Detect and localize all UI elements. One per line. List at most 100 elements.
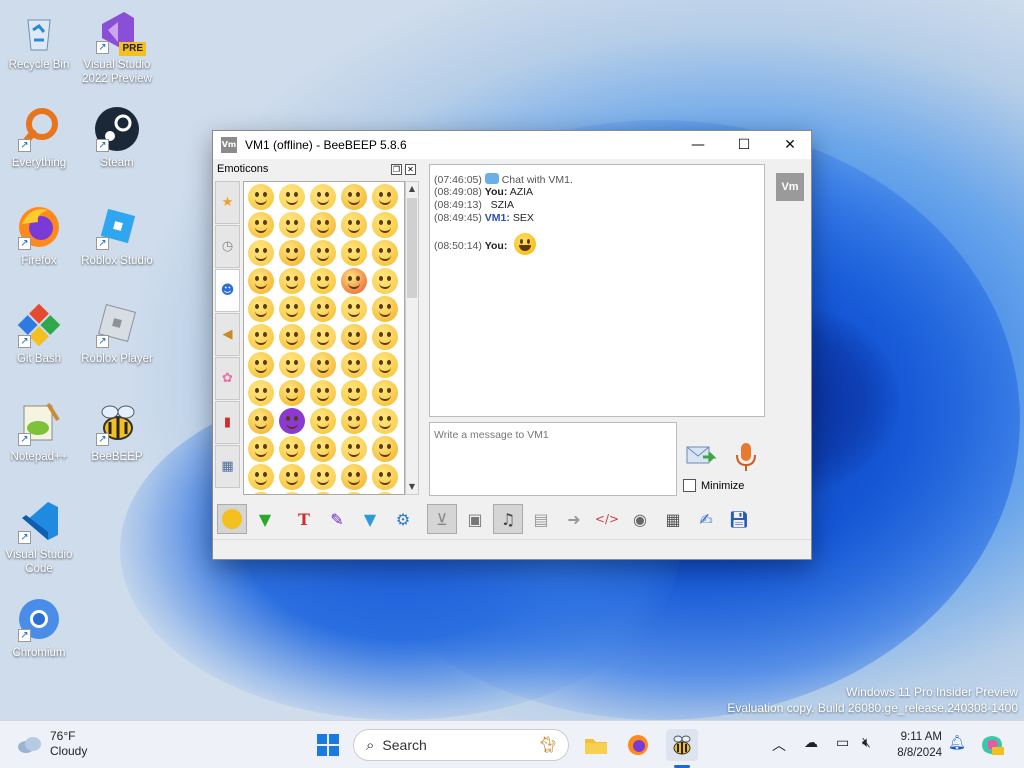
emoticon-icon[interactable] <box>341 436 367 462</box>
emoticon-icon[interactable] <box>248 408 274 434</box>
scroll-thumb[interactable] <box>407 198 417 298</box>
emoticon-icon[interactable] <box>248 380 274 406</box>
emoticon-icon[interactable] <box>248 212 274 238</box>
font-button[interactable]: T <box>289 504 319 534</box>
tab-people[interactable]: ☻ <box>215 269 240 312</box>
emoticon-icon[interactable] <box>341 296 367 322</box>
emoticon-icon[interactable] <box>372 268 398 294</box>
emoticon-dropdown-button[interactable]: ▼ <box>250 504 280 534</box>
emoticon-icon[interactable] <box>341 380 367 406</box>
display-icon[interactable]: ▭ <box>836 735 849 751</box>
emoticon-icon[interactable] <box>341 324 367 350</box>
emoticon-icon[interactable] <box>372 464 398 490</box>
emoticon-icon[interactable] <box>341 408 367 434</box>
minimize-checkbox[interactable] <box>683 479 696 492</box>
emoticon-icon[interactable] <box>372 212 398 238</box>
emoticon-icon[interactable] <box>372 352 398 378</box>
speaker-icon[interactable]: 🔇︎ <box>862 735 871 751</box>
emoticon-icon[interactable] <box>248 184 274 210</box>
desktop-icon-git-bash[interactable]: ↗ Git Bash <box>2 298 76 388</box>
desktop-icon-steam[interactable]: ↗ Steam <box>80 102 154 192</box>
desktop-icon-visual-studio[interactable]: PRE ↗ Visual Studio 2022 Preview <box>80 4 154 94</box>
emoticon-icon[interactable] <box>341 240 367 266</box>
desktop-icon-recycle-bin[interactable]: Recycle Bin <box>2 4 76 94</box>
send-file-button[interactable]: ▤ <box>526 504 556 534</box>
emoticon-icon[interactable] <box>341 212 367 238</box>
maximize-button[interactable]: ☐ <box>721 131 767 159</box>
emoticon-icon[interactable] <box>279 380 305 406</box>
emoticon-icon[interactable] <box>248 268 274 294</box>
tab-nature[interactable]: ✿ <box>215 357 240 400</box>
record-button[interactable]: ◉ <box>625 504 655 534</box>
inbox-button[interactable]: ⊻ <box>427 504 457 534</box>
music-button[interactable]: ♫ <box>493 504 523 534</box>
emoticon-icon[interactable] <box>341 268 367 294</box>
tab-places[interactable]: ▮ <box>215 401 240 444</box>
emoticon-icon[interactable] <box>310 492 336 494</box>
emoticon-icon[interactable] <box>279 212 305 238</box>
desktop-icon-vscode[interactable]: ↗ Visual Studio Code <box>2 494 76 584</box>
emoticon-icon[interactable] <box>310 436 336 462</box>
emoticon-icon[interactable] <box>279 352 305 378</box>
emoticon-icon[interactable] <box>310 296 336 322</box>
taskbar-clock[interactable]: 9:11 AM 8/8/2024 <box>886 729 942 761</box>
title-bar[interactable]: Vm VM1 (offline) - BeeBEEP 5.8.6 — ☐ ✕ <box>213 131 811 159</box>
emoticon-icon[interactable] <box>310 324 336 350</box>
window-button[interactable]: ▦ <box>658 504 688 534</box>
emoticon-icon[interactable] <box>248 352 274 378</box>
desktop-icon-firefox[interactable]: ↗ Firefox <box>2 200 76 290</box>
emoticon-icon[interactable] <box>248 464 274 490</box>
desktop-icon-roblox-studio[interactable]: ↗ Roblox Studio <box>80 200 154 290</box>
emoticon-icon[interactable] <box>279 240 305 266</box>
share-button[interactable]: ➜ <box>559 504 589 534</box>
desktop-icon-notepad-plus-plus[interactable]: ↗ Notepad++ <box>2 396 76 486</box>
emoticon-icon[interactable] <box>372 380 398 406</box>
desktop-icon-chromium[interactable]: ↗ Chromium <box>2 592 76 682</box>
emoticon-icon[interactable] <box>341 352 367 378</box>
close-button[interactable]: ✕ <box>767 131 813 159</box>
desktop-icon-beebeep[interactable]: ↗ BeeBEEP <box>80 396 154 486</box>
tab-recent[interactable]: ◷ <box>215 225 240 268</box>
emoticon-icon[interactable] <box>248 436 274 462</box>
emoticon-scrollbar[interactable]: ▲ ▼ <box>405 181 419 495</box>
tab-objects[interactable]: ◀ <box>215 313 240 356</box>
emoticon-icon[interactable] <box>279 268 305 294</box>
desktop-icon-everything[interactable]: ↗ Everything <box>2 102 76 192</box>
network-icon[interactable]: ☁ <box>804 735 818 751</box>
filter-button[interactable]: ▼ <box>355 504 385 534</box>
emoticon-icon[interactable] <box>310 380 336 406</box>
copilot-button[interactable] <box>976 729 1008 761</box>
scroll-up-icon[interactable]: ▲ <box>406 182 418 196</box>
emoticon-icon[interactable] <box>279 492 305 494</box>
tray-overflow-icon[interactable]: ︿ <box>772 735 786 755</box>
settings-button[interactable]: ⚙ <box>388 504 418 534</box>
emoticon-icon[interactable] <box>310 408 336 434</box>
emoticons-toggle-button[interactable] <box>217 504 247 534</box>
emoticon-icon[interactable] <box>279 436 305 462</box>
emoticon-icon[interactable] <box>341 184 367 210</box>
tab-favorites[interactable]: ★ <box>215 181 240 224</box>
note-button[interactable]: ✍ <box>691 504 721 534</box>
start-button[interactable] <box>312 729 344 761</box>
emoticon-icon[interactable] <box>310 464 336 490</box>
save-button[interactable]: 💾︎ <box>724 504 754 534</box>
emoticon-icon[interactable] <box>310 352 336 378</box>
emoticon-icon[interactable] <box>248 296 274 322</box>
emoticon-icon[interactable] <box>372 240 398 266</box>
emoticon-icon[interactable] <box>372 324 398 350</box>
user-avatar[interactable]: Vm <box>776 173 804 201</box>
minimize-option[interactable]: Minimize <box>683 479 744 492</box>
taskbar-beebeep[interactable] <box>666 729 698 761</box>
voice-record-button[interactable] <box>733 441 759 473</box>
send-button[interactable] <box>685 441 719 471</box>
emoticon-icon[interactable] <box>372 436 398 462</box>
emoticon-icon[interactable] <box>372 184 398 210</box>
minimize-button[interactable]: — <box>675 131 721 159</box>
float-panel-icon[interactable]: ❐ <box>391 164 402 175</box>
emoticon-icon[interactable] <box>310 212 336 238</box>
color-button[interactable]: ✎ <box>322 504 352 534</box>
emoticon-icon[interactable] <box>279 408 305 434</box>
emoticon-icon[interactable] <box>310 240 336 266</box>
desktop-icon-roblox-player[interactable]: ↗ Roblox Player <box>80 298 154 388</box>
emoticon-icon[interactable] <box>310 268 336 294</box>
